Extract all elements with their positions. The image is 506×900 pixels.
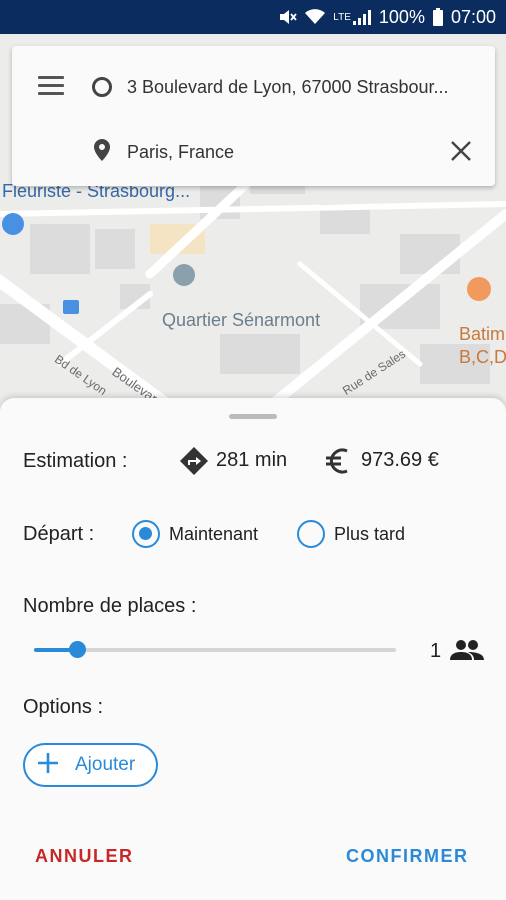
option-maintenant-label[interactable]: Maintenant bbox=[169, 524, 258, 545]
map-label-batim-2: B,C,D, bbox=[459, 347, 506, 367]
location-pin-icon bbox=[94, 139, 110, 166]
mute-icon bbox=[279, 9, 297, 25]
places-slider[interactable] bbox=[34, 641, 396, 658]
option-plus-tard-label[interactable]: Plus tard bbox=[334, 524, 405, 545]
close-icon[interactable] bbox=[450, 140, 472, 167]
map-label-quartier[interactable]: Quartier Sénarmont bbox=[162, 310, 320, 331]
radio-maintenant[interactable] bbox=[132, 520, 160, 548]
places-label: Nombre de places : bbox=[23, 595, 197, 617]
map-label-batim[interactable]: Batim bbox=[459, 324, 505, 345]
radio-plus-tard[interactable] bbox=[297, 520, 325, 548]
status-bar: LTE 100% 07:00 bbox=[0, 0, 506, 34]
directions-icon bbox=[179, 446, 209, 481]
origin-field[interactable]: 3 Boulevard de Lyon, 67000 Strasbour... bbox=[127, 77, 477, 98]
confirm-button[interactable]: CONFIRMER bbox=[346, 846, 469, 867]
destination-field[interactable]: Paris, France bbox=[127, 142, 234, 163]
origin-circle-icon bbox=[92, 77, 112, 97]
add-option-label: Ajouter bbox=[75, 754, 136, 775]
route-search-card: 3 Boulevard de Lyon, 67000 Strasbour... … bbox=[12, 46, 495, 186]
booking-sheet: Estimation : 281 min 973.69 € Départ : M… bbox=[0, 398, 506, 900]
depart-label: Départ : bbox=[23, 523, 95, 545]
people-icon bbox=[450, 638, 484, 667]
drag-handle[interactable] bbox=[229, 414, 277, 419]
euro-icon bbox=[323, 446, 353, 481]
battery-icon bbox=[432, 8, 443, 26]
plus-icon bbox=[37, 752, 59, 779]
signal-icon: LTE bbox=[333, 9, 371, 25]
battery-percent: 100% bbox=[378, 6, 425, 27]
price-value: 973.69 € bbox=[361, 449, 439, 471]
add-option-button[interactable]: Ajouter bbox=[23, 743, 158, 787]
estimation-label: Estimation : bbox=[23, 450, 128, 472]
slider-thumb[interactable] bbox=[69, 641, 87, 658]
duration-value: 281 min bbox=[216, 449, 288, 471]
wifi-icon bbox=[305, 9, 326, 25]
menu-icon[interactable] bbox=[38, 76, 64, 96]
cancel-button[interactable]: ANNULER bbox=[35, 846, 134, 867]
clock: 07:00 bbox=[450, 6, 496, 27]
options-label: Options : bbox=[23, 696, 104, 718]
places-value: 1 bbox=[430, 640, 442, 662]
network-type: LTE bbox=[333, 11, 351, 23]
